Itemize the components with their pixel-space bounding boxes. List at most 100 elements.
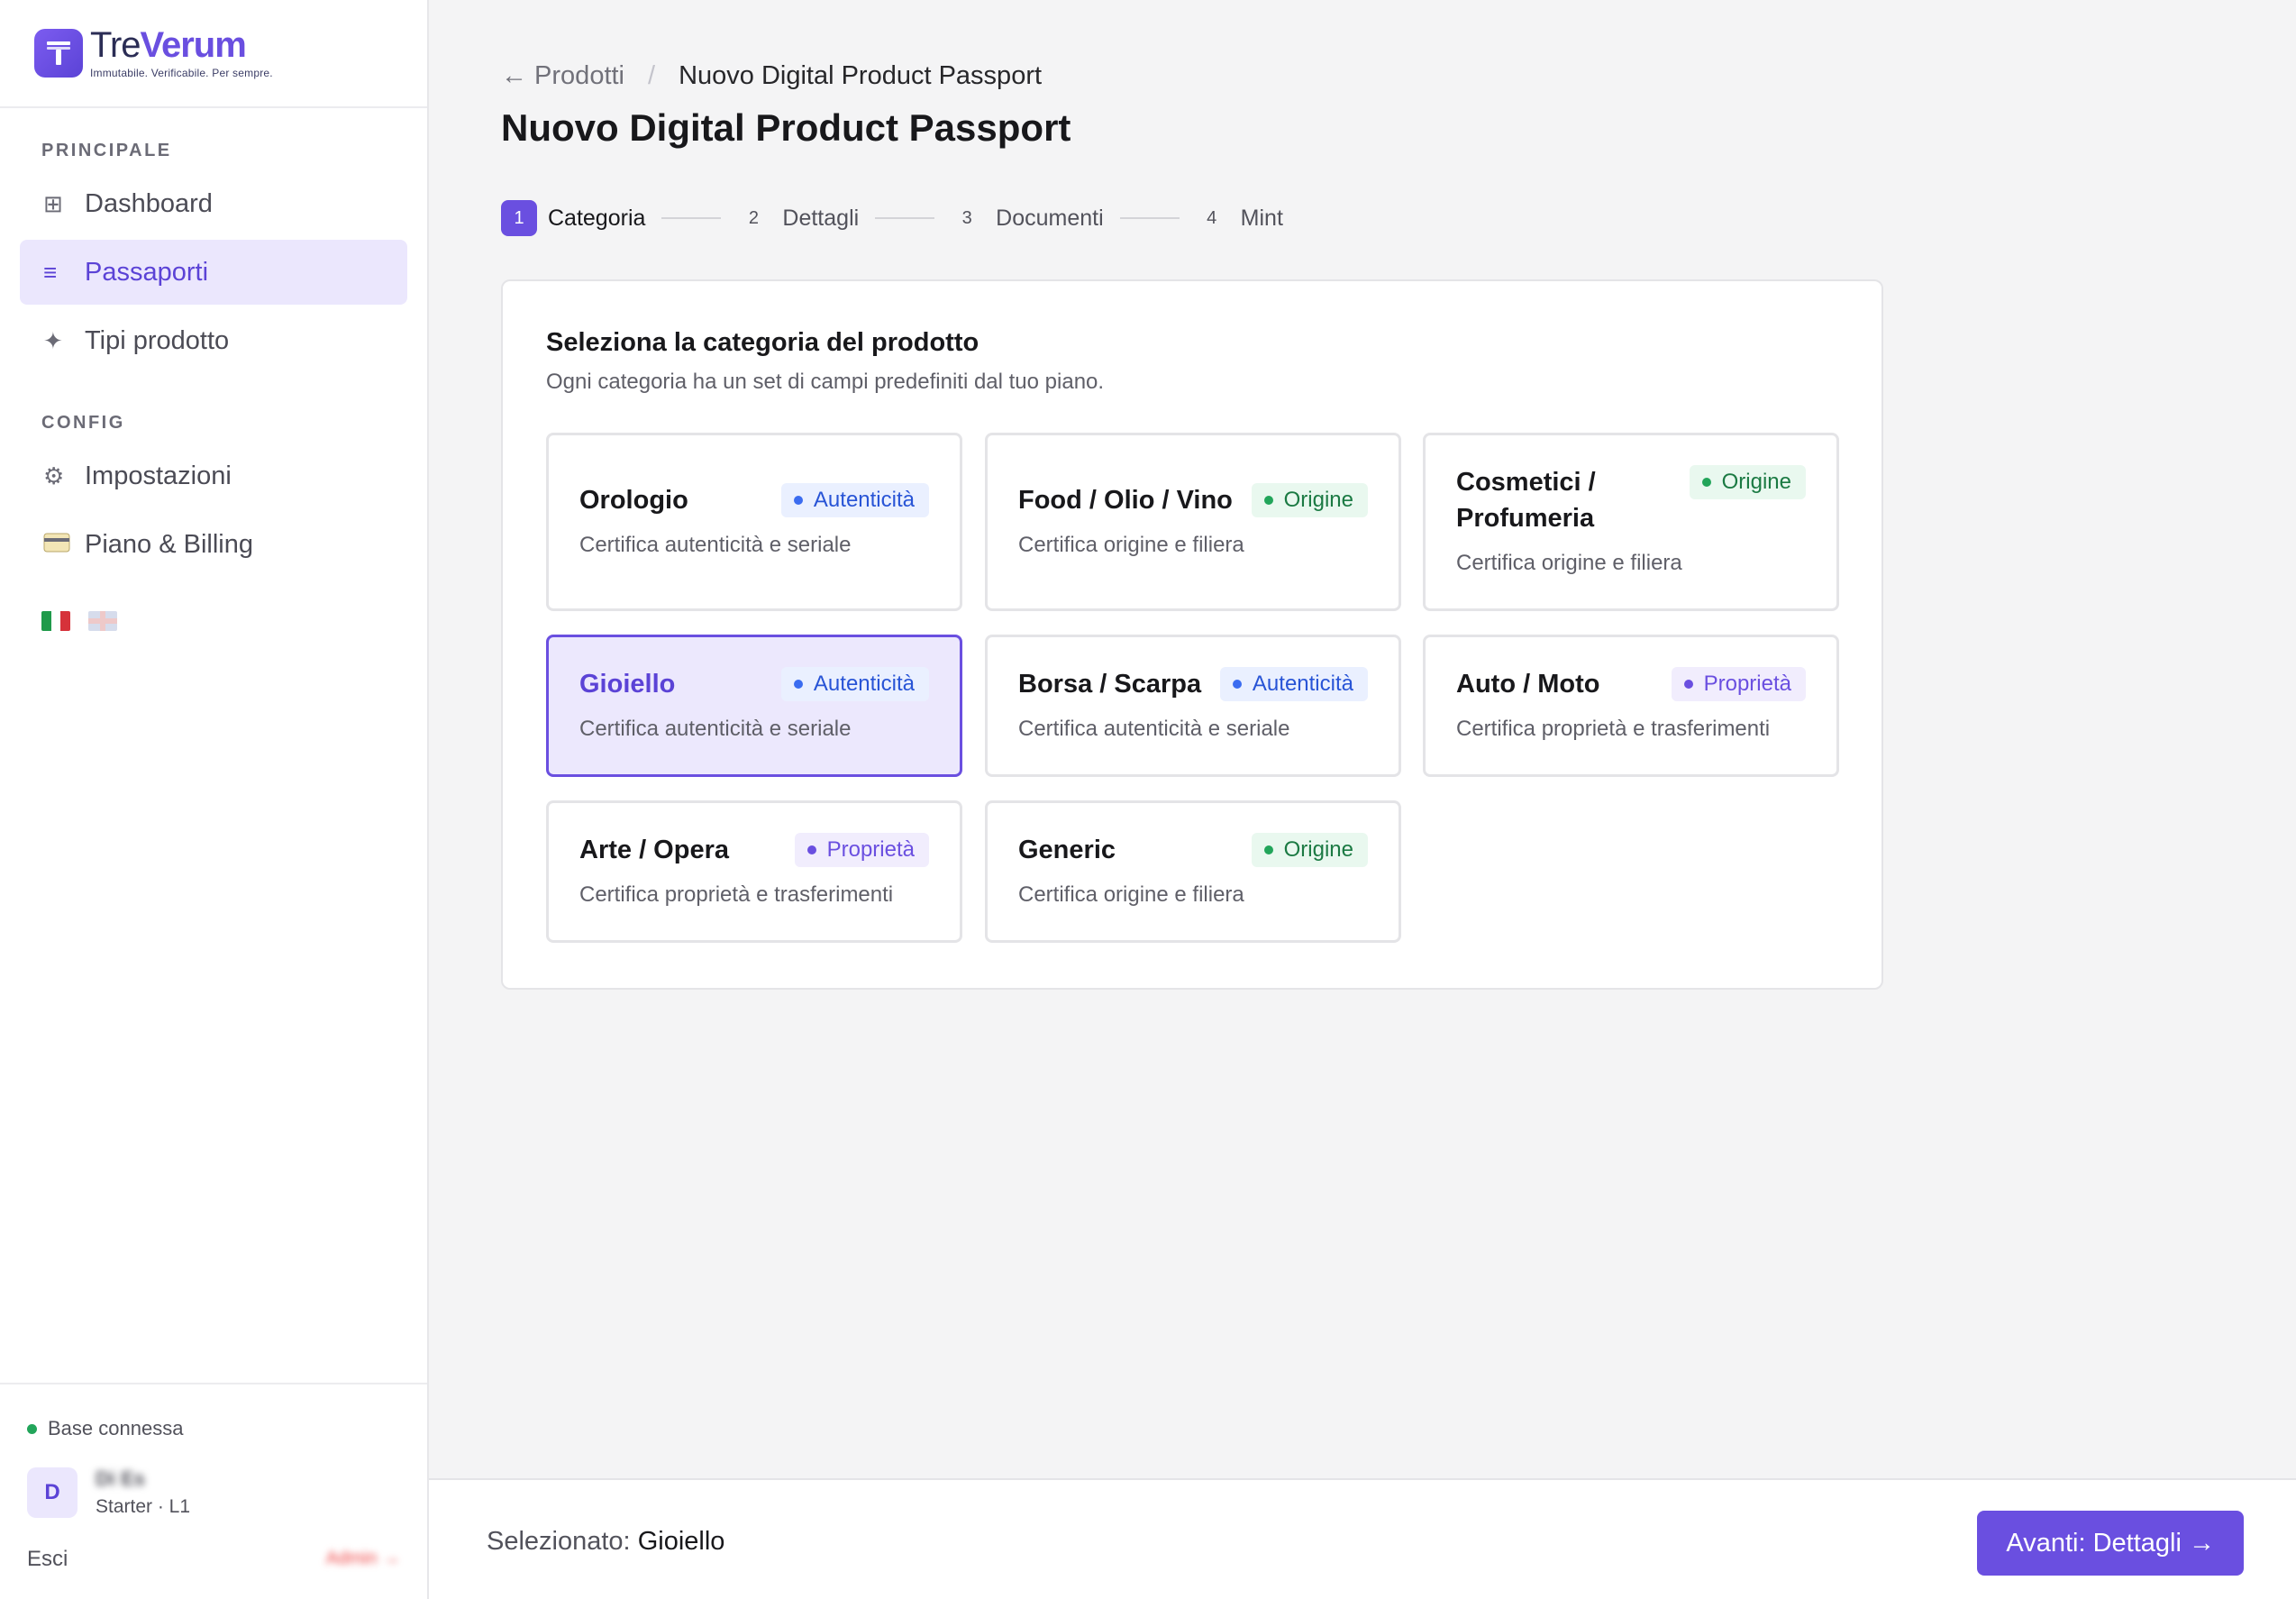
credit-card-icon [43,531,85,559]
category-name: Auto / Moto [1456,670,1600,699]
sidebar-item-tipi-prodotto[interactable]: ✦ Tipi prodotto [20,308,407,373]
next-details-button[interactable]: Avanti: Dettagli → [1977,1511,2244,1576]
step-connector [875,217,935,219]
category-card: Seleziona la categoria del prodotto Ogni… [501,279,1883,990]
sidebar-item-label: Passaporti [85,257,209,287]
badge-dot-icon [1263,496,1273,505]
sidebar: TreVerum Immutabile. Verificabile. Per s… [0,0,429,1599]
category-badge: Proprietà [1671,667,1806,701]
sidebar-item-piano-billing[interactable]: Piano & Billing [20,512,407,577]
italian-flag-icon[interactable] [41,611,70,631]
sidebar-item-impostazioni[interactable]: ⚙ Impostazioni [20,443,407,508]
step-number: 3 [961,207,972,228]
category-badge: Autenticità [1219,667,1368,701]
category-name: Gioiello [579,670,676,699]
nav-section-config: CONFIG [41,413,125,433]
category-description: Certifica autenticità e seriale [579,717,852,741]
badge-dot-icon [793,496,803,505]
category-badge: Origine [1251,833,1368,867]
category-gioiello[interactable]: Gioiello Autenticità Certifica autentici… [546,635,962,777]
brand-tagline: Immutabile. Verificabile. Per sempre. [90,67,273,79]
grid-icon: ⊞ [43,189,63,217]
connection-status: Base connessa [27,1417,183,1440]
gear-icon: ⚙ [43,461,65,489]
logout-link[interactable]: Esci [27,1547,68,1572]
category-name: Arte / Opera [579,836,729,864]
category-cosmetici-profumeria[interactable]: Cosmetici / Profumeria Origine Certifica … [1423,433,1839,611]
category-badge: Autenticità [780,667,929,701]
sidebar-item-label: Piano & Billing [85,529,253,559]
category-badge: Autenticità [780,483,929,517]
selection-summary: Selezionato: Gioiello [487,1527,724,1557]
avatar: D [27,1467,77,1518]
treverum-logo-icon [34,29,83,78]
sparkle-icon: ✦ [43,326,63,354]
user-plan: Starter · L1 [96,1496,191,1517]
category-description: Certifica origine e filiera [1018,882,1244,907]
category-borsa-scarpa[interactable]: Borsa / Scarpa Autenticità Certifica aut… [985,635,1401,777]
sidebar-item-dashboard[interactable]: ⊞ Dashboard [20,171,407,236]
category-generic[interactable]: Generic Origine Certifica origine e fili… [985,800,1401,943]
category-description: Certifica origine e filiera [1456,551,1682,575]
category-badge: Proprietà [794,833,929,867]
category-description: Certifica origine e filiera [1018,533,1244,557]
breadcrumb-current: Nuovo Digital Product Passport [679,61,1043,90]
step-number: 4 [1207,207,1217,228]
selection-value: Gioiello [637,1527,725,1556]
step-categoria[interactable]: 1 Categoria [501,200,645,236]
step-label: Categoria [548,205,646,231]
breadcrumb-back-link[interactable]: ← Prodotti [501,61,624,91]
step-dettagli[interactable]: 2 Dettagli [735,200,859,236]
logo[interactable]: TreVerum Immutabile. Verificabile. Per s… [0,0,427,108]
brand-name: TreVerum [90,25,247,65]
footer-bar: Selezionato: Gioiello Avanti: Dettagli → [429,1478,2296,1599]
card-title: Seleziona la categoria del prodotto [546,328,979,357]
category-name: Borsa / Scarpa [1018,670,1202,699]
step-mint[interactable]: 4 Mint [1194,200,1283,236]
status-dot-icon [27,1423,37,1434]
card-subtitle: Ogni categoria ha un set di campi predef… [546,370,1105,394]
sidebar-item-label: Dashboard [85,188,213,218]
badge-dot-icon [806,845,816,854]
category-name: Cosmetici / Profumeria [1456,468,1596,533]
step-label: Dettagli [782,205,860,231]
step-connector [1119,217,1180,219]
badge-dot-icon [793,680,803,689]
category-auto-moto[interactable]: Auto / Moto Proprietà Certifica propriet… [1423,635,1839,777]
category-food-olio-vino[interactable]: Food / Olio / Vino Origine Certifica ori… [985,433,1401,611]
category-description: Certifica autenticità e seriale [579,533,852,557]
step-number: 1 [501,200,537,236]
nav-section-principale: PRINCIPALE [41,141,172,160]
step-number: 2 [748,207,759,228]
step-documenti[interactable]: 3 Documenti [949,200,1104,236]
category-name: Generic [1018,836,1116,864]
category-badge: Origine [1251,483,1368,517]
step-connector [661,217,722,219]
user-name: Di Es [96,1467,146,1490]
category-arte-opera[interactable]: Arte / Opera Proprietà Certifica proprie… [546,800,962,943]
sidebar-item-passaporti[interactable]: ≡ Passaporti [20,240,407,305]
sidebar-footer: Base connessa D Di Es Starter · L1 Esci … [0,1383,427,1599]
category-description: Certifica proprietà e trasferimenti [579,882,894,907]
user-profile[interactable]: D Di Es Starter · L1 [27,1467,190,1518]
sidebar-item-label: Tipi prodotto [85,325,230,355]
category-badge: Origine [1689,465,1806,499]
badge-dot-icon [1232,680,1242,689]
step-label: Mint [1240,205,1283,231]
category-orologio[interactable]: Orologio Autenticità Certifica autentici… [546,433,962,611]
badge-dot-icon [1701,478,1711,487]
main-content: ← Prodotti / Nuovo Digital Product Passp… [429,0,2296,1599]
badge-dot-icon [1263,845,1273,854]
category-name: Orologio [579,486,688,515]
uk-flag-icon[interactable] [88,611,117,631]
breadcrumb: ← Prodotti / Nuovo Digital Product Passp… [501,61,1042,91]
step-label: Documenti [996,205,1104,231]
page-title: Nuovo Digital Product Passport [501,106,1071,149]
admin-link[interactable]: Admin → [326,1549,400,1569]
selection-label: Selezionato: [487,1527,631,1556]
category-description: Certifica autenticità e seriale [1018,717,1290,741]
list-icon: ≡ [43,258,58,286]
status-text: Base connessa [48,1417,184,1439]
stepper: 1 Categoria 2 Dettagli 3 Documenti 4 Min… [501,200,1283,236]
breadcrumb-separator: / [648,61,656,90]
